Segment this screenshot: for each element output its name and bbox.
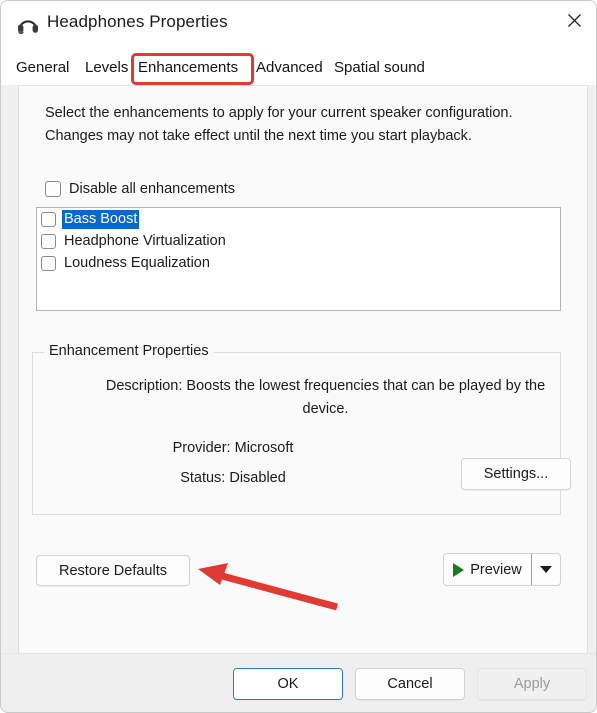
- tab-enhancements[interactable]: Enhancements: [138, 49, 238, 85]
- play-triangle-icon: [453, 562, 465, 577]
- checkbox-box[interactable]: [41, 233, 56, 249]
- tab-advanced[interactable]: Advanced: [256, 49, 323, 85]
- enhancement-description: Description: Boosts the lowest frequenci…: [105, 378, 546, 417]
- tab-spatial-sound[interactable]: Spatial sound: [334, 49, 425, 85]
- intro-description: Select the enhancements to apply for you…: [45, 105, 513, 144]
- tab-general[interactable]: General: [16, 49, 69, 85]
- tab-levels[interactable]: Levels: [85, 49, 128, 85]
- headphones-properties-dialog: Headphones Properties General Levels Enh…: [0, 0, 597, 713]
- list-item-label: Bass Boost: [62, 209, 140, 229]
- enhancement-properties-group: Enhancement Properties Description: Boos…: [32, 343, 571, 515]
- list-item-label: Headphone Virtualization: [64, 232, 226, 249]
- enhancement-properties-title: Enhancement Properties: [44, 343, 214, 359]
- preview-button[interactable]: Preview: [444, 554, 531, 585]
- apply-button: Apply: [477, 668, 587, 700]
- list-item[interactable]: Headphone Virtualization: [37, 230, 560, 252]
- close-icon[interactable]: [551, 1, 596, 39]
- checkbox-box[interactable]: [41, 211, 56, 227]
- settings-button[interactable]: Settings...: [461, 458, 571, 490]
- disable-all-enhancements-label: Disable all enhancements: [69, 181, 236, 197]
- checkbox-box: [45, 181, 61, 197]
- title-bar: Headphones Properties: [1, 1, 596, 49]
- tab-strip: General Levels Enhancements Advanced Spa…: [1, 49, 596, 85]
- list-item[interactable]: Loudness Equalization: [37, 252, 560, 274]
- enhancement-status: Status: Disabled: [180, 470, 286, 486]
- disable-all-enhancements-checkbox[interactable]: Disable all enhancements: [45, 181, 235, 197]
- ok-button[interactable]: OK: [233, 668, 343, 700]
- enhancements-list[interactable]: Bass Boost Headphone Virtualization Loud…: [36, 207, 561, 311]
- headphones-icon: [15, 11, 41, 37]
- list-item[interactable]: Bass Boost: [37, 208, 560, 230]
- checkbox-box[interactable]: [41, 255, 56, 271]
- enhancements-tab-panel: Select the enhancements to apply for you…: [18, 85, 588, 656]
- window-title: Headphones Properties: [47, 12, 228, 31]
- restore-defaults-button[interactable]: Restore Defaults: [36, 555, 190, 586]
- preview-button-label: Preview: [470, 561, 522, 578]
- preview-split-button: Preview: [443, 553, 561, 586]
- enhancement-provider: Provider: Microsoft: [172, 440, 294, 456]
- chevron-down-icon: [540, 566, 552, 573]
- preview-dropdown-button[interactable]: [531, 554, 560, 585]
- cancel-button[interactable]: Cancel: [355, 668, 465, 700]
- list-item-label: Loudness Equalization: [64, 254, 210, 271]
